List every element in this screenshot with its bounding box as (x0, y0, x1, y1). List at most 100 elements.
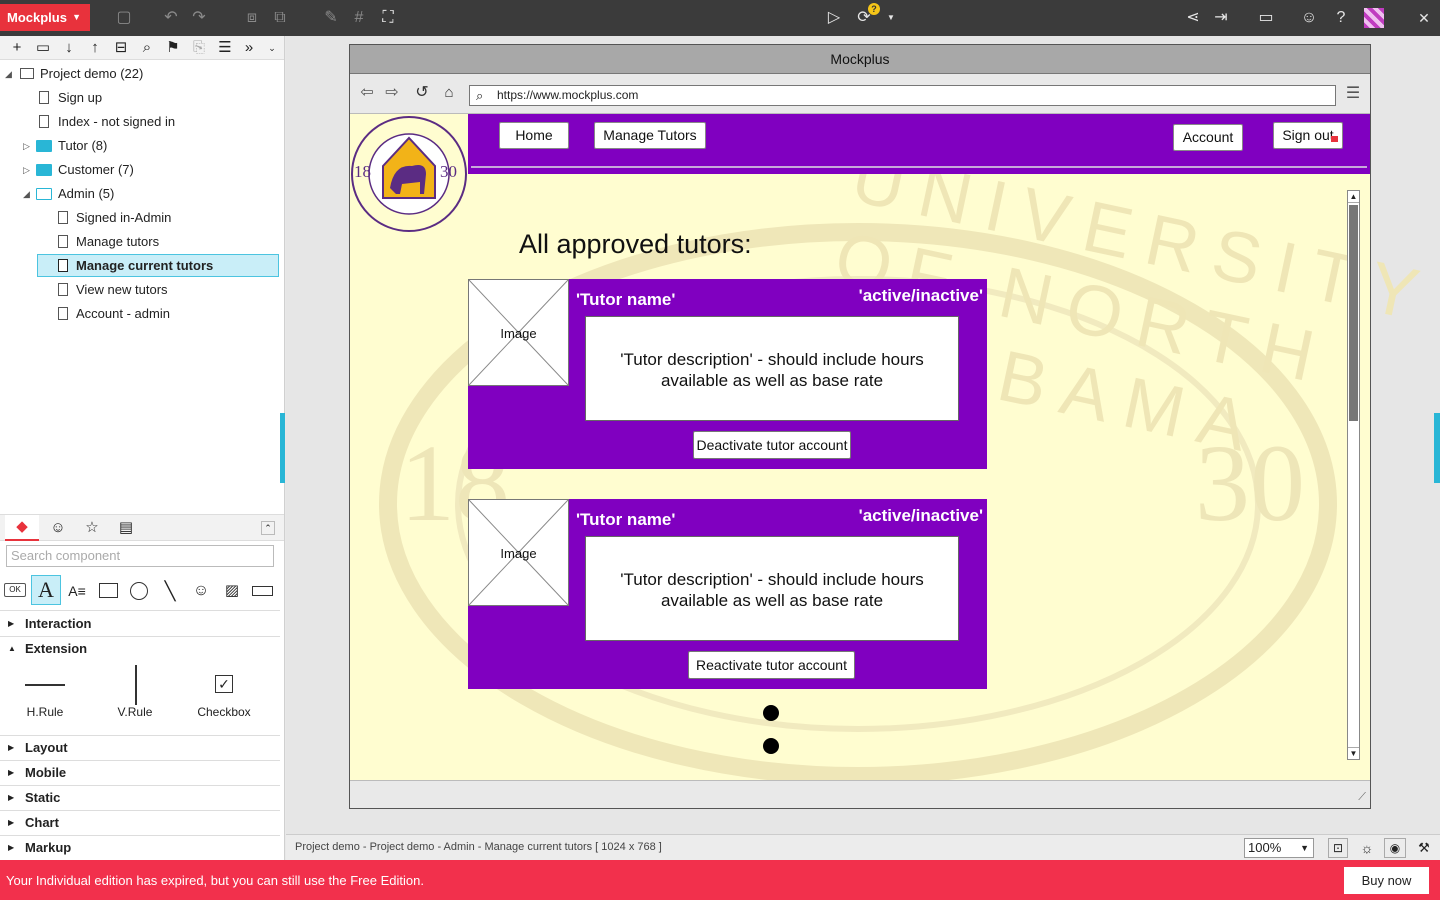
icons-tab-icon[interactable]: ☺ (46, 515, 70, 541)
text-component-icon[interactable]: A (31, 575, 61, 605)
tree-item-label: Account - admin (76, 306, 170, 321)
url-bar[interactable]: ⌕ https://www.mockplus.com (469, 85, 1336, 106)
fit-screen-icon[interactable]: ⊡ (1328, 838, 1348, 858)
icon-component-icon[interactable]: ☺ (191, 581, 211, 601)
favorites-tab-icon[interactable]: ☆ (80, 515, 104, 541)
menu-icon[interactable]: ☰ (1344, 84, 1362, 104)
panel-resize-handle[interactable] (280, 413, 285, 483)
expand-triangle-icon: ◢ (5, 69, 12, 79)
manage-tutors-button[interactable]: Manage Tutors (594, 122, 706, 149)
category-chart[interactable]: ▶ Chart (0, 811, 280, 836)
eye-icon[interactable]: ◉ (1384, 838, 1406, 858)
redo-icon[interactable]: ↷ (188, 7, 210, 29)
tree-item-view-new-tutors[interactable]: View new tutors (0, 279, 280, 301)
brush-icon[interactable]: ✎ (320, 7, 342, 29)
input-component-icon[interactable] (252, 586, 273, 596)
category-markup[interactable]: ▶ Markup (0, 836, 280, 861)
search-icon[interactable]: ⌕ (136, 38, 158, 58)
collapse-panel-icon[interactable]: ⌄ (261, 38, 283, 58)
flag-icon[interactable]: ⚑ (162, 38, 184, 58)
resize-grip-icon[interactable]: ⟋ (1358, 791, 1366, 804)
tree-item-admin[interactable]: ◢ Admin (5) (0, 183, 280, 205)
account-button[interactable]: Account (1173, 124, 1243, 151)
new-folder-icon[interactable]: ▭ (32, 38, 54, 58)
tree-item-signed-in-admin[interactable]: Signed in-Admin (0, 207, 280, 229)
close-icon[interactable]: ✕ (1413, 7, 1435, 29)
home-icon[interactable]: ⌂ (439, 83, 459, 103)
format-painter-icon[interactable]: ⛶ (377, 7, 399, 29)
tree-item-label: Customer (7) (58, 162, 134, 177)
forward-icon[interactable]: ⇨ (382, 83, 402, 103)
category-layout[interactable]: ▶ Layout (0, 736, 280, 761)
ungroup-icon[interactable]: ⧉ (269, 7, 291, 29)
vrule-component[interactable]: V.Rule (105, 665, 165, 725)
refresh-icon[interactable]: ↺ (412, 83, 432, 103)
help-icon[interactable]: ? (1330, 7, 1352, 29)
category-interaction[interactable]: ▶ Interaction (0, 612, 280, 637)
back-icon[interactable]: ⇦ (357, 83, 377, 103)
brand-menu-button[interactable]: Mockplus ▼ (0, 4, 90, 31)
undo-icon[interactable]: ↶ (160, 7, 182, 29)
tutor-status: 'active/inactive' (858, 286, 983, 305)
watermark-year-right: 30 (1195, 422, 1305, 544)
group-icon[interactable]: ⧈ (241, 7, 263, 29)
divider (0, 610, 280, 611)
fullscreen-icon[interactable]: ▭ (1255, 7, 1277, 29)
tree-item-manage-tutors[interactable]: Manage tutors (0, 231, 280, 253)
tools-icon[interactable]: ⚒ (1414, 838, 1434, 858)
add-page-icon[interactable]: + (6, 38, 28, 58)
zoom-select[interactable]: 100% ▼ (1244, 838, 1314, 858)
brightness-icon[interactable]: ☼ (1357, 838, 1377, 858)
hrule-component[interactable]: H.Rule (15, 665, 75, 725)
tree-structure-icon[interactable]: ⊟ (110, 38, 132, 58)
image-label: Image (500, 326, 537, 341)
home-button[interactable]: Home (499, 122, 569, 149)
tree-item-manage-current-tutors[interactable]: Manage current tutors (0, 255, 280, 277)
scroll-up-icon[interactable]: ▲ (1348, 191, 1359, 203)
list-icon[interactable]: ☰ (214, 38, 236, 58)
move-up-icon[interactable]: ↑ (84, 38, 106, 58)
category-extension[interactable]: ▲ Extension (0, 637, 280, 662)
collapse-icon[interactable]: ⌃ (261, 521, 275, 535)
image-component-icon[interactable]: ▨ (222, 581, 242, 601)
share-icon[interactable]: ⋖ (1182, 7, 1204, 29)
sign-out-button[interactable]: Sign out (1273, 122, 1343, 149)
save-icon[interactable]: ▢ (113, 7, 135, 29)
components-tab-icon[interactable]: ◆ (5, 515, 39, 541)
tree-item-index[interactable]: Index - not signed in (0, 111, 280, 133)
preview-play-icon[interactable]: ▷ (823, 7, 845, 29)
line-component-icon[interactable]: ╲ (160, 581, 180, 601)
right-panel-handle[interactable] (1434, 413, 1440, 483)
grid-icon[interactable]: # (348, 7, 370, 29)
export-icon[interactable]: ⇥ (1210, 7, 1232, 29)
collapsed-triangle-icon: ▷ (23, 141, 30, 151)
rectangle-component-icon[interactable] (99, 583, 118, 598)
scroll-thumb[interactable] (1349, 205, 1358, 421)
scroll-down-icon[interactable]: ▼ (1348, 747, 1359, 759)
page-icon (39, 115, 49, 128)
move-down-icon[interactable]: ↓ (58, 38, 80, 58)
buy-now-button[interactable]: Buy now (1344, 867, 1429, 894)
team-icon[interactable]: ☺ (1298, 7, 1320, 29)
paragraph-component-icon[interactable]: A≡ (66, 581, 88, 601)
content-scrollbar[interactable]: ▲ ▼ (1347, 190, 1360, 760)
circle-component-icon[interactable] (130, 582, 148, 600)
search-component-input[interactable]: Search component (6, 545, 274, 567)
tutor-status: 'active/inactive' (858, 506, 983, 525)
templates-tab-icon[interactable]: ▤ (114, 515, 138, 541)
tree-item-tutor[interactable]: ▷ Tutor (8) (0, 135, 280, 157)
more-icon[interactable]: » (238, 38, 260, 58)
reactivate-tutor-button[interactable]: Reactivate tutor account (688, 651, 855, 679)
tree-item-sign-up[interactable]: Sign up (0, 87, 280, 109)
sync-caret-icon[interactable]: ▼ (880, 7, 902, 29)
tree-item-customer[interactable]: ▷ Customer (7) (0, 159, 280, 181)
category-mobile[interactable]: ▶ Mobile (0, 761, 280, 786)
button-component-icon[interactable]: OK (4, 583, 26, 597)
user-avatar[interactable] (1364, 8, 1384, 28)
category-static[interactable]: ▶ Static (0, 786, 280, 811)
copy-icon[interactable]: ⎘ (188, 38, 210, 58)
tree-root[interactable]: ◢ Project demo (22) (0, 63, 280, 85)
tree-item-account-admin[interactable]: Account - admin (0, 303, 280, 325)
checkbox-component[interactable]: ✓ Checkbox (194, 665, 254, 725)
deactivate-tutor-button[interactable]: Deactivate tutor account (693, 431, 851, 459)
